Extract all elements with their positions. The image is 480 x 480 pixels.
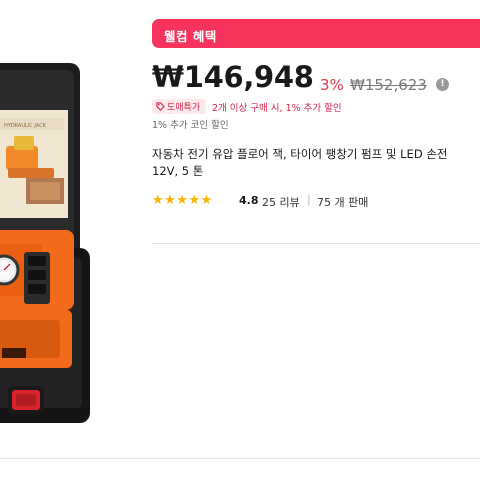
welcome-benefit-banner[interactable]: 웰컴 혜택 bbox=[152, 19, 480, 48]
product-title-line: 12V, 5 톤 bbox=[152, 164, 204, 178]
promotion-badge-label: 도매특가 bbox=[167, 103, 201, 113]
discount-percent: 3% bbox=[320, 76, 344, 94]
promotion-badge[interactable]: 도매특가 bbox=[152, 99, 206, 114]
star-icon: ★★★★★ bbox=[152, 193, 213, 208]
product-title: 자동차 전기 유압 플로어 잭, 타이어 팽창기 펌프 및 LED 손전 12V… bbox=[152, 146, 480, 180]
current-price: ₩146,948 bbox=[152, 60, 314, 94]
product-page: HYDRAULIC JACK 웰컴 혜택 ₩146,948 3% ₩152,62… bbox=[0, 0, 480, 480]
promotion-text: 2개 이상 구매 시, 1% 추가 할인 bbox=[212, 103, 342, 114]
tag-icon bbox=[156, 102, 165, 111]
svg-text:HYDRAULIC JACK: HYDRAULIC JACK bbox=[4, 123, 47, 129]
welcome-benefit-label: 웰컴 혜택 bbox=[164, 29, 217, 44]
sold-count: 75 개 판매 bbox=[317, 196, 369, 209]
jack-case-illustration: HYDRAULIC JACK bbox=[0, 63, 90, 423]
review-count-link[interactable]: 25 리뷰 bbox=[262, 194, 300, 210]
rating-score: 4.8 bbox=[239, 194, 259, 207]
divider bbox=[152, 243, 480, 244]
divider bbox=[0, 458, 480, 459]
separator: | bbox=[307, 193, 311, 206]
coin-discount-text: 1% 추가 코인 할인 bbox=[152, 120, 229, 131]
product-title-line: 자동차 전기 유압 플로어 잭, 타이어 팽창기 펌프 및 LED 손전 bbox=[152, 147, 448, 161]
product-image[interactable]: HYDRAULIC JACK bbox=[0, 18, 132, 430]
info-icon[interactable]: ! bbox=[436, 78, 449, 91]
original-price: ₩152,623 bbox=[350, 76, 427, 94]
